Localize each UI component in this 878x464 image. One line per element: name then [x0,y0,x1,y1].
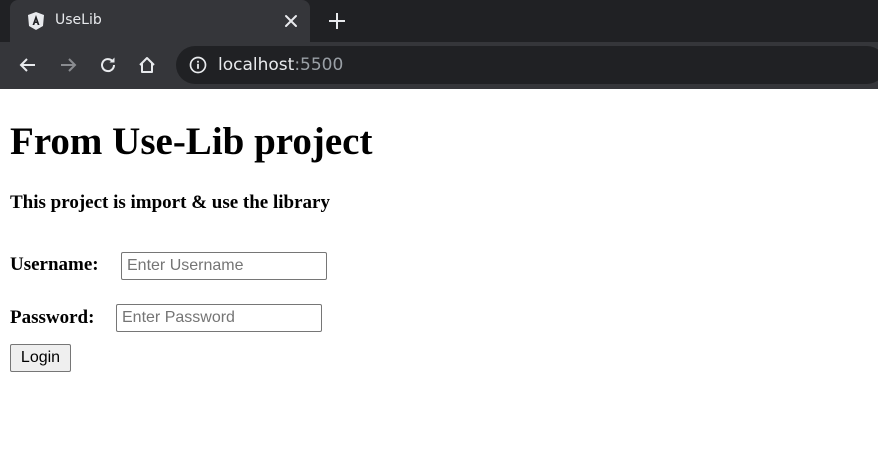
url-port: :5500 [294,55,344,75]
page-subtitle: This project is import & use the library [10,192,330,213]
tab-title: UseLib [55,12,102,28]
arrow-right-icon [61,58,77,72]
arrow-left-icon [19,58,35,72]
username-label: Username: [10,254,99,275]
back-button[interactable] [16,53,40,77]
url-host: localhost [218,55,295,75]
address-bar[interactable]: localhost:5500 [176,46,878,84]
browser-toolbar: localhost:5500 [0,42,878,89]
browser-tab[interactable]: UseLib [10,0,310,42]
new-tab-icon[interactable] [327,11,347,31]
username-input[interactable] [121,252,327,280]
password-label: Password: [10,307,95,328]
page-title: From Use-Lib project [10,120,373,163]
login-button[interactable]: Login [10,344,71,372]
close-icon[interactable] [282,12,300,30]
forward-button[interactable] [56,53,80,77]
reload-button[interactable] [96,53,120,77]
browser-tab-strip: UseLib [0,0,878,42]
password-input[interactable] [116,304,322,332]
url-text: localhost:5500 [218,55,343,75]
reload-icon [101,57,116,73]
home-icon [139,57,155,73]
angular-logo-icon [28,12,44,30]
home-button[interactable] [135,53,159,77]
info-icon[interactable] [189,56,207,74]
